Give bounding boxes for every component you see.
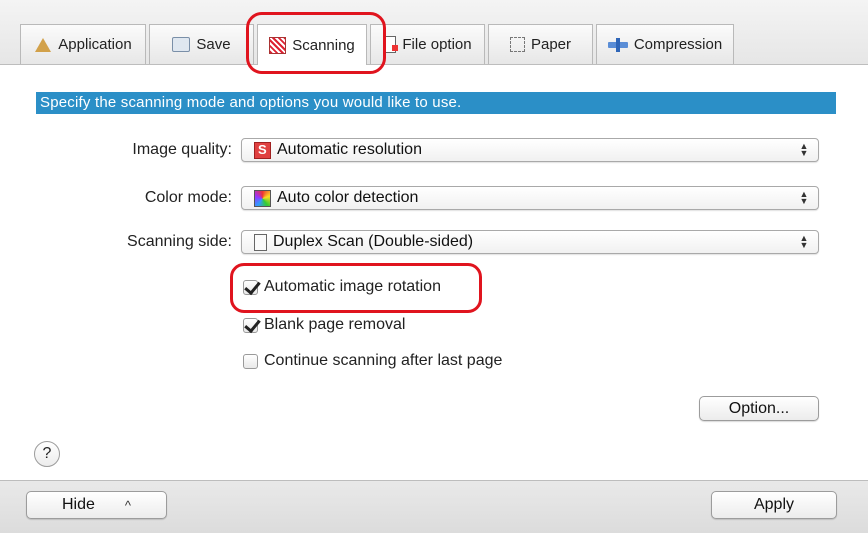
tab-label: Save (196, 36, 231, 53)
color-mode-select[interactable]: Auto color detection ▲ ▼ (241, 186, 819, 210)
color-mode-value: Auto color detection (277, 189, 419, 206)
duplex-icon (254, 233, 267, 251)
scan-settings-window: Application Save Scanning File option Pa… (0, 0, 868, 533)
hide-label: Hide (61, 496, 95, 513)
save-icon (172, 37, 191, 52)
checkbox-checked[interactable] (243, 279, 258, 295)
auto-rotation-label: Automatic image rotation (264, 278, 441, 295)
image-quality-label: Image quality: (132, 141, 232, 158)
compression-icon (607, 36, 628, 54)
auto-rotation-checkbox[interactable]: Automatic image rotation (243, 278, 441, 296)
continue-scanning-label: Continue scanning after last page (264, 352, 503, 369)
continue-scanning-checkbox[interactable]: Continue scanning after last page (243, 352, 502, 370)
resolution-icon (254, 141, 271, 159)
blank-page-removal-checkbox[interactable]: Blank page removal (243, 316, 405, 334)
help-icon: ? (42, 445, 52, 462)
checkbox-unchecked[interactable] (243, 353, 258, 369)
option-button[interactable]: Option... (699, 396, 819, 421)
tab-label: File option (402, 36, 472, 53)
tab-compression[interactable]: Compression (596, 24, 734, 64)
hide-button[interactable]: Hide ^ (26, 491, 167, 519)
tab-label: Scanning (292, 36, 355, 54)
tab-application[interactable]: Application (20, 24, 146, 64)
scanning-icon (269, 36, 287, 54)
bottom-bar: Hide ^ Apply (0, 480, 868, 533)
tab-label: Paper (530, 36, 572, 53)
application-icon (34, 36, 52, 54)
file-option-icon (383, 36, 399, 53)
color-icon (254, 189, 271, 207)
tab-label: Application (58, 36, 132, 53)
apply-button[interactable]: Apply (711, 491, 837, 519)
popup-arrows-icon: ▲ ▼ (799, 233, 809, 250)
tab-file-option[interactable]: File option (370, 24, 485, 64)
tab-bar: Application Save Scanning File option Pa… (0, 0, 868, 65)
instruction-banner: Specify the scanning mode and options yo… (36, 92, 836, 114)
scanning-side-value: Duplex Scan (Double-sided) (273, 233, 474, 250)
scanning-side-label: Scanning side: (127, 233, 232, 250)
tab-save[interactable]: Save (149, 24, 254, 64)
tab-paper[interactable]: Paper (488, 24, 593, 64)
popup-arrows-icon: ▲ ▼ (799, 141, 809, 158)
popup-arrows-icon: ▲ ▼ (799, 189, 809, 206)
help-button[interactable]: ? (34, 441, 60, 467)
blank-page-removal-label: Blank page removal (264, 316, 406, 333)
tab-label: Compression (633, 36, 723, 53)
chevron-up-icon: ^ (124, 497, 131, 513)
color-mode-label: Color mode: (144, 189, 232, 206)
scanning-side-select[interactable]: Duplex Scan (Double-sided) ▲ ▼ (241, 230, 819, 254)
tab-scanning[interactable]: Scanning (257, 24, 367, 65)
paper-icon (509, 37, 525, 52)
image-quality-value: Automatic resolution (277, 141, 422, 158)
checkbox-checked[interactable] (243, 317, 258, 333)
image-quality-select[interactable]: Automatic resolution ▲▼ (241, 138, 819, 162)
